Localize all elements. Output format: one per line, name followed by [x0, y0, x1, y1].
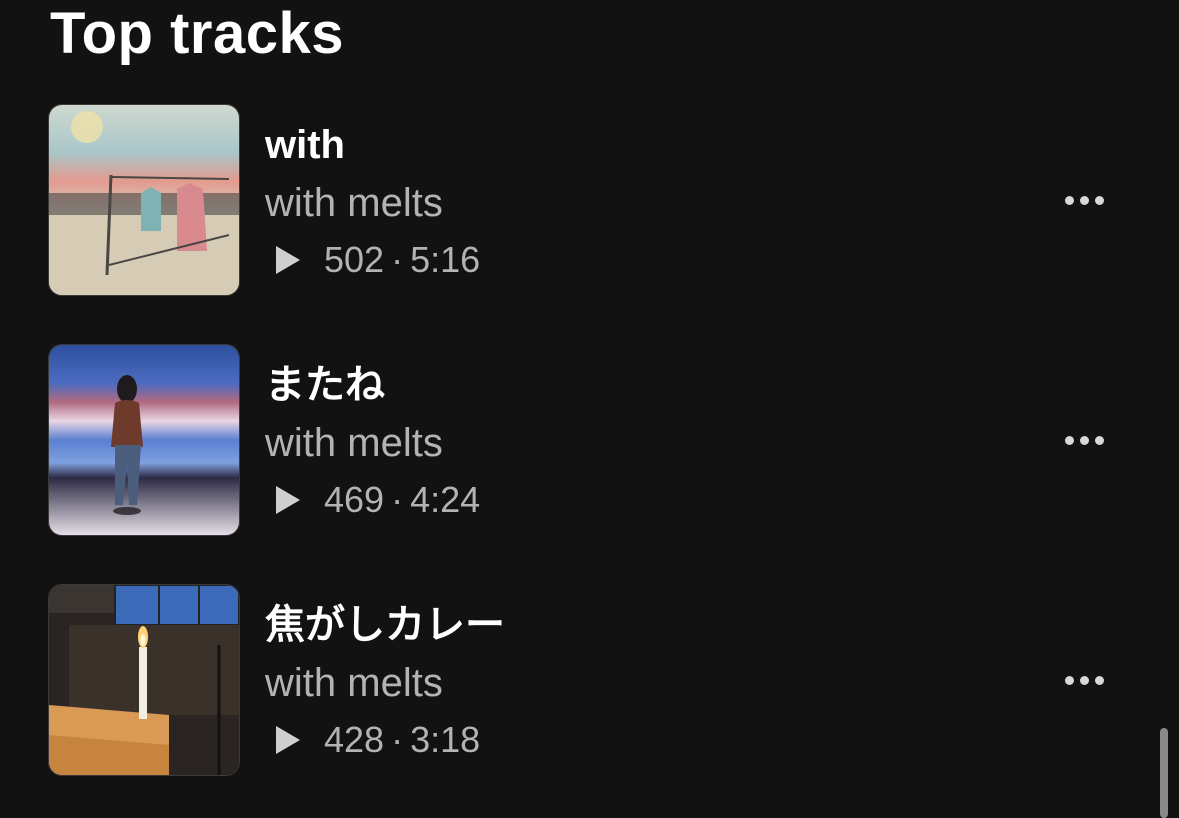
play-icon: [276, 246, 300, 274]
more-horizontal-icon: [1062, 675, 1107, 685]
track-list: with with melts 502 · 5:16 またね with melt…: [0, 0, 1179, 818]
track-artist[interactable]: with melts: [265, 180, 443, 226]
meta-separator: ·: [391, 719, 404, 760]
track-title[interactable]: 焦がしカレー: [265, 602, 505, 648]
track-meta: 502 · 5:16: [274, 239, 480, 281]
meta-separator: ·: [391, 239, 404, 280]
track-row[interactable]: with with melts 502 · 5:16: [48, 104, 1148, 296]
more-options-button[interactable]: [1052, 662, 1116, 698]
more-horizontal-icon: [1062, 435, 1107, 445]
more-options-button[interactable]: [1052, 182, 1116, 218]
track-title[interactable]: またね: [265, 362, 385, 408]
meta-separator: ·: [391, 479, 404, 520]
play-icon: [276, 486, 300, 514]
track-duration: 3:18: [410, 719, 481, 760]
album-artwork[interactable]: [48, 344, 240, 536]
track-artist[interactable]: with melts: [265, 420, 443, 466]
play-count: 469: [324, 479, 385, 520]
track-meta: 428 · 3:18: [274, 719, 480, 761]
track-meta: 469 · 4:24: [274, 479, 480, 521]
more-options-button[interactable]: [1052, 422, 1116, 458]
track-title[interactable]: with: [265, 122, 345, 168]
more-horizontal-icon: [1062, 195, 1107, 205]
track-duration: 4:24: [410, 479, 481, 520]
scrollbar-thumb[interactable]: [1160, 728, 1168, 818]
album-artwork[interactable]: [48, 104, 240, 296]
track-duration: 5:16: [410, 239, 481, 280]
track-row[interactable]: 焦がしカレー with melts 428 · 3:18: [48, 584, 1148, 776]
play-count: 502: [324, 239, 385, 280]
track-row[interactable]: またね with melts 469 · 4:24: [48, 344, 1148, 536]
play-icon: [276, 726, 300, 754]
track-artist[interactable]: with melts: [265, 660, 443, 706]
album-artwork[interactable]: [48, 584, 240, 776]
play-count: 428: [324, 719, 385, 760]
